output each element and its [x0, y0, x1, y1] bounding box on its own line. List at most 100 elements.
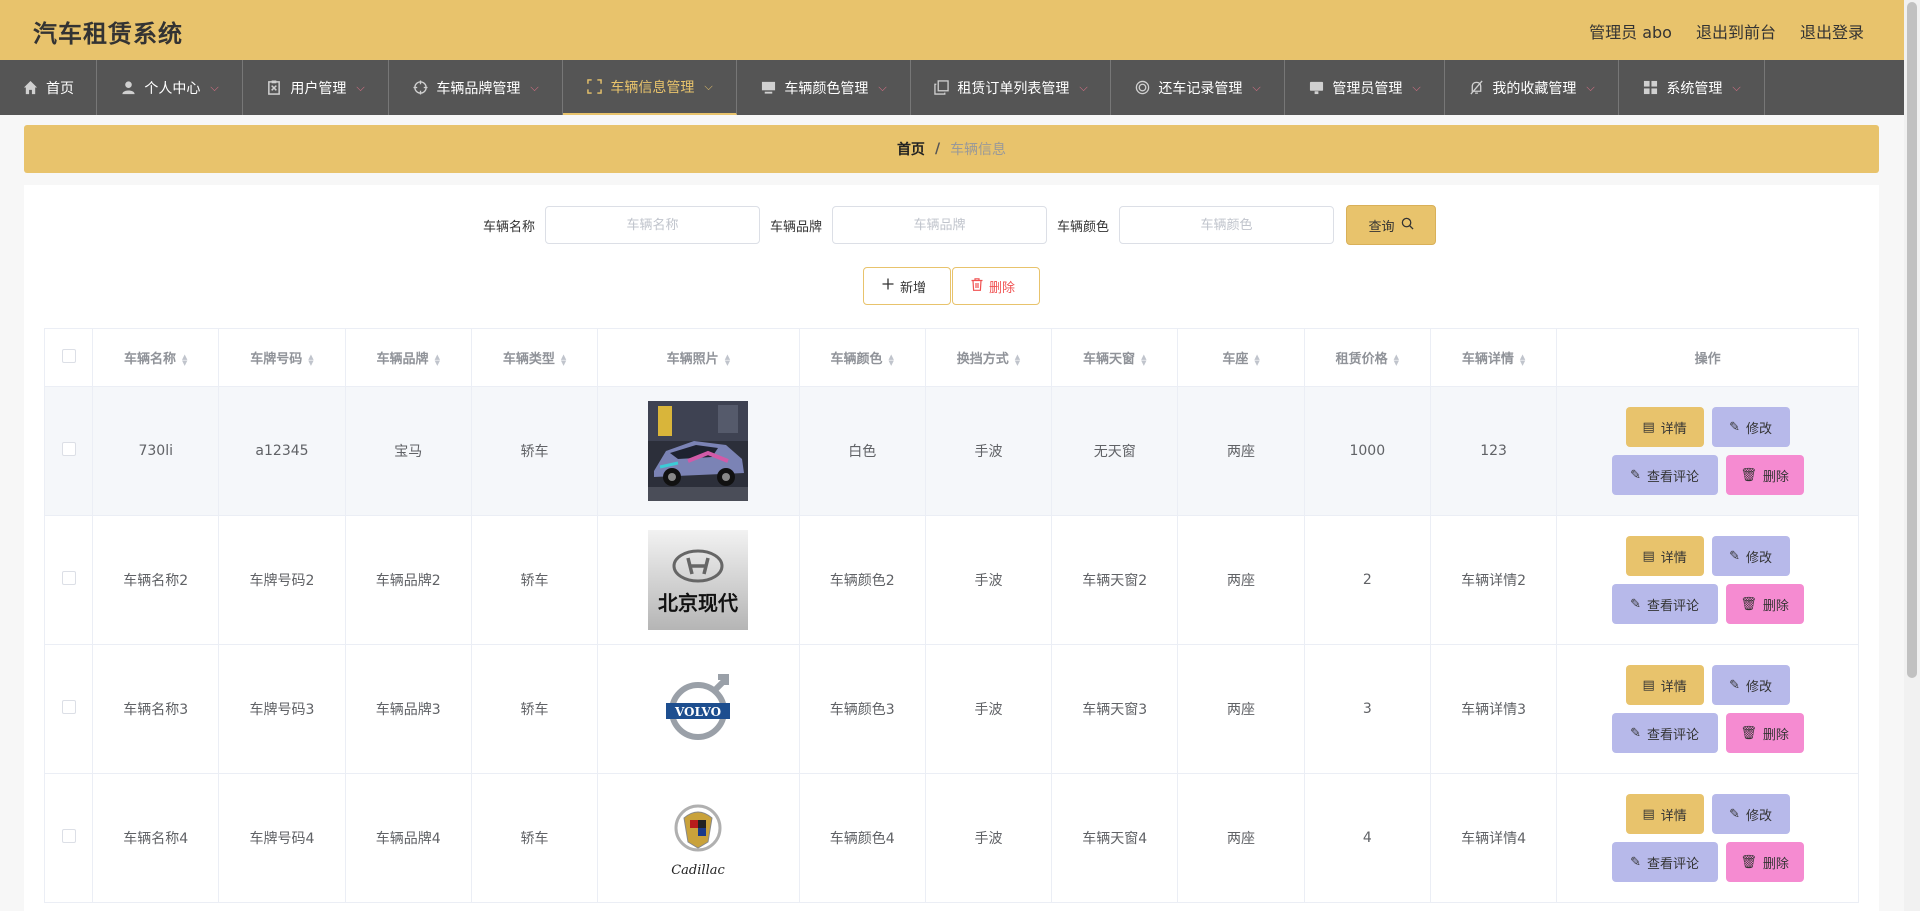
delete-button[interactable]: 🗑 删除 [1725, 713, 1804, 753]
cell-sunroof: 车辆天窗3 [1051, 644, 1179, 774]
page-scrollbar[interactable] [1904, 0, 1920, 911]
trash-icon: 🗑 [1740, 725, 1757, 741]
nav-item-brand-mgmt[interactable]: 车辆品牌管理 ⌵ [389, 60, 563, 115]
row-checkbox[interactable] [61, 571, 76, 585]
logout-link[interactable]: 退出登录 [1800, 19, 1864, 43]
query-button[interactable]: 查询 [1346, 205, 1437, 245]
column-header[interactable]: 车牌号码 ▲ ▼ [218, 328, 346, 387]
trash-icon: 🗑 [1740, 467, 1757, 483]
view-comments-button[interactable]: ✎ 查看评论 [1611, 455, 1718, 495]
row-checkbox[interactable] [61, 829, 76, 843]
nav-item-label: 租赁订单列表管理 [957, 80, 1070, 97]
search-icon [1401, 217, 1414, 234]
delete-button[interactable]: 🗑 删除 [1725, 455, 1804, 495]
cell-name: 730li [92, 386, 220, 516]
cell-price: 1000 [1303, 386, 1431, 516]
cell-gear: 手波 [924, 773, 1053, 903]
nav-item-system-mgmt[interactable]: 系统管理 ⌵ [1619, 60, 1765, 115]
column-header[interactable]: 车辆详情 ▲ ▼ [1429, 328, 1558, 387]
batch-delete-button[interactable]: 删除 [952, 267, 1040, 305]
cell-seats: 两座 [1177, 773, 1305, 903]
pencil-icon: ✎ [1729, 806, 1741, 822]
delete-button[interactable]: 🗑 删除 [1725, 584, 1804, 624]
column-header-ops: 操作 [1556, 328, 1859, 387]
nav-item-label: 我的收藏管理 [1492, 80, 1577, 97]
detail-button[interactable]: ▤ 详情 [1625, 794, 1704, 834]
chevron-down-icon: ⌵ [356, 80, 365, 94]
nav-item-color-mgmt[interactable]: 车辆颜色管理 ⌵ [737, 60, 911, 115]
select-all-checkbox[interactable] [61, 348, 76, 363]
nav-item-vehicle-info[interactable]: 车辆信息管理 ⌵ [563, 60, 737, 115]
cell-type: 轿车 [470, 773, 599, 903]
chevron-down-icon: ⌵ [1586, 80, 1595, 94]
back-to-front-link[interactable]: 退出到前台 [1696, 19, 1776, 43]
edit-button[interactable]: ✎ 修改 [1711, 536, 1790, 576]
race-car-photo[interactable] [648, 401, 749, 501]
plus-icon [882, 278, 894, 294]
cell-seats: 两座 [1177, 644, 1305, 774]
nav-item-user-mgmt[interactable]: 用户管理 ⌵ [243, 60, 389, 115]
search-color-input[interactable] [1119, 206, 1335, 244]
view-comments-button[interactable]: ✎ 查看评论 [1611, 842, 1718, 882]
chevron-down-icon: ⌵ [530, 80, 539, 94]
volvo-logo-photo[interactable]: VOLVO [648, 659, 749, 759]
action-bar: 新增 删除 [24, 267, 1879, 305]
sort-icon: ▲ ▼ [1014, 352, 1021, 367]
chevron-down-icon: ⌵ [704, 79, 713, 93]
column-header[interactable]: 车辆天窗 ▲ ▼ [1051, 328, 1179, 387]
column-header[interactable]: 车辆颜色 ▲ ▼ [798, 328, 926, 387]
header-actions: 管理员 abo 退出到前台 退出登录 [1589, 19, 1864, 43]
pencil-icon: ✎ [1630, 725, 1642, 741]
cell-detail: 123 [1429, 386, 1558, 516]
nav-item-return-mgmt[interactable]: 还车记录管理 ⌵ [1111, 60, 1285, 115]
breadcrumb-home-link[interactable]: 首页 [897, 139, 925, 159]
detail-button[interactable]: ▤ 详情 [1625, 407, 1704, 447]
edit-button[interactable]: ✎ 修改 [1711, 794, 1790, 834]
cell-name: 车辆名称2 [92, 515, 220, 645]
cell-gear: 手波 [924, 515, 1053, 645]
nav-item-label: 车辆信息管理 [610, 79, 695, 96]
column-header[interactable]: 车辆类型 ▲ ▼ [470, 328, 599, 387]
chevron-down-icon: ⌵ [1252, 80, 1261, 94]
row-checkbox[interactable] [61, 442, 76, 456]
content-panel: 车辆名称 车辆品牌 车辆颜色 查询 新增 删除 [24, 185, 1879, 911]
nav-item-label: 首页 [46, 80, 74, 97]
detail-button[interactable]: ▤ 详情 [1625, 665, 1704, 705]
trash-icon: 🗑 [1740, 854, 1757, 870]
edit-button[interactable]: ✎ 修改 [1711, 407, 1790, 447]
nav-item-home[interactable]: 首页 [0, 60, 97, 115]
select-all-cell [43, 328, 94, 387]
monitor-icon [760, 80, 776, 96]
cell-seats: 两座 [1177, 515, 1305, 645]
cell-ops: ▤ 详情 ✎ 修改 ✎ 查看评论 🗑 删除 [1556, 773, 1859, 903]
column-header[interactable]: 车辆名称 ▲ ▼ [92, 328, 220, 387]
hyundai-logo-photo[interactable]: 北京现代 [648, 530, 749, 630]
cadillac-logo-photo[interactable]: Cadillac [648, 788, 749, 888]
nav-item-favorites-mgmt[interactable]: 我的收藏管理 ⌵ [1445, 60, 1619, 115]
scrollbar-thumb[interactable] [1907, 2, 1917, 678]
delete-button-label: 删除 [989, 280, 1016, 296]
document-icon: ▤ [1642, 548, 1655, 564]
detail-button[interactable]: ▤ 详情 [1625, 536, 1704, 576]
trash-icon [971, 277, 983, 295]
row-checkbox[interactable] [61, 700, 76, 714]
nav-item-admin-mgmt[interactable]: 管理员管理 ⌵ [1285, 60, 1445, 115]
nav-item-personal-center[interactable]: 个人中心 ⌵ [97, 60, 243, 115]
pencil-icon: ✎ [1630, 854, 1642, 870]
search-name-input[interactable] [544, 206, 760, 244]
column-header[interactable]: 车辆照片 ▲ ▼ [597, 328, 800, 387]
edit-button[interactable]: ✎ 修改 [1711, 665, 1790, 705]
search-brand-input[interactable] [832, 206, 1047, 244]
delete-button[interactable]: 🗑 删除 [1725, 842, 1804, 882]
view-comments-button[interactable]: ✎ 查看评论 [1611, 713, 1718, 753]
column-header[interactable]: 换挡方式 ▲ ▼ [924, 328, 1053, 387]
column-header[interactable]: 租赁价格 ▲ ▼ [1303, 328, 1431, 387]
column-header[interactable]: 车座 ▲ ▼ [1177, 328, 1305, 387]
add-button[interactable]: 新增 [863, 267, 951, 305]
view-comments-button[interactable]: ✎ 查看评论 [1611, 584, 1718, 624]
nav-item-order-mgmt[interactable]: 租赁订单列表管理 ⌵ [911, 60, 1111, 115]
sort-icon: ▲ ▼ [1254, 352, 1260, 367]
cell-photo: Cadillac [597, 773, 800, 903]
column-header[interactable]: 车辆品牌 ▲ ▼ [344, 328, 472, 387]
nav-item-label: 个人中心 [144, 80, 201, 97]
